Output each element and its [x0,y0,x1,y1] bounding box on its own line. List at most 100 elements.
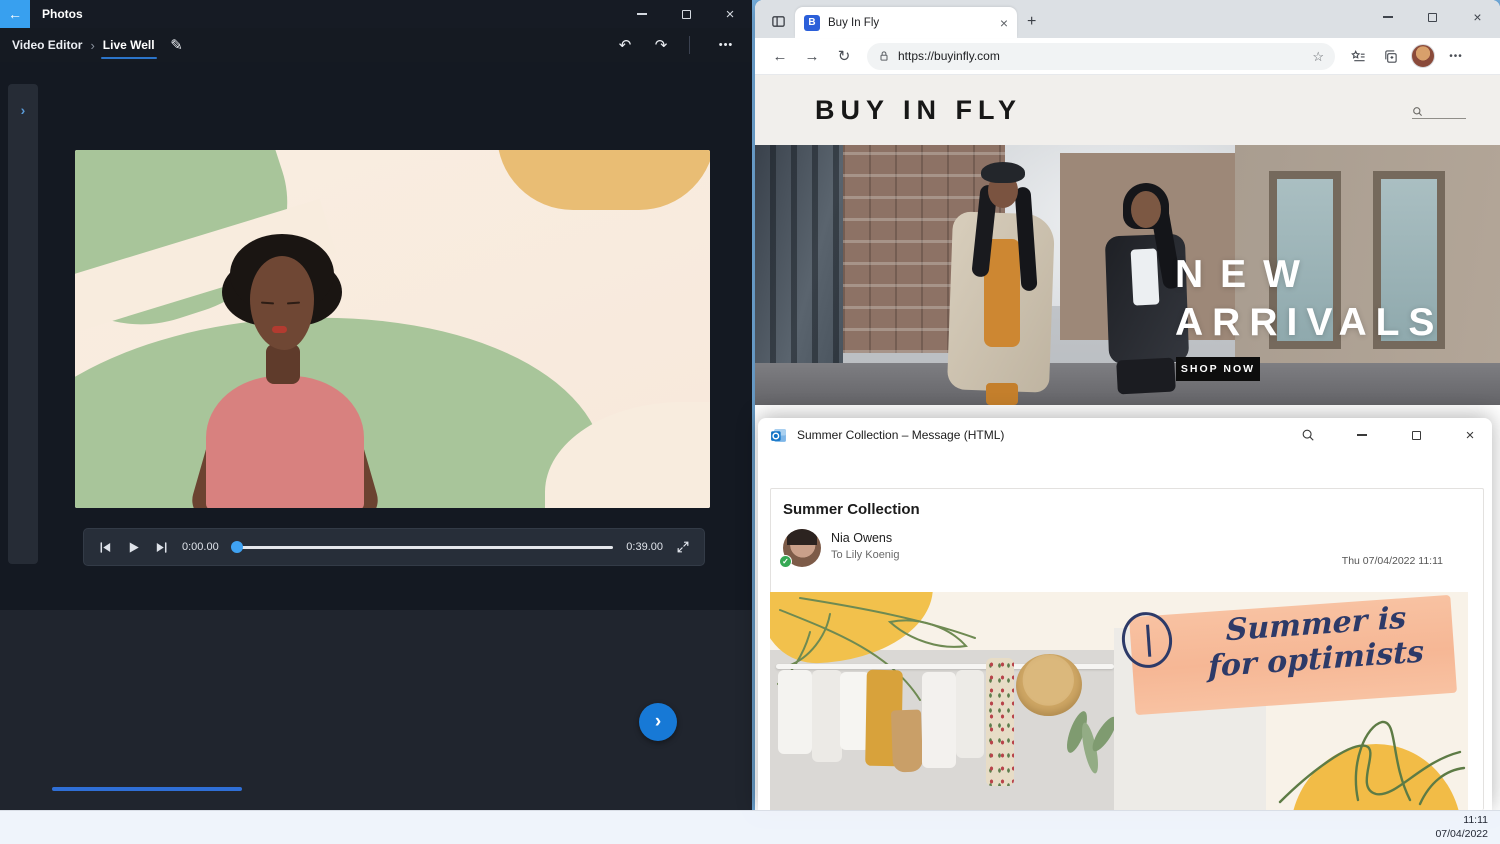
preview-tan-semicircle [497,150,710,210]
floral-textile [986,658,1014,786]
close-icon: × [1466,427,1475,444]
maximize-icon [682,10,691,19]
profile-avatar[interactable] [1411,44,1435,68]
maximize-button[interactable] [1410,0,1455,34]
add-favorite-icon[interactable]: ☆ [1312,50,1324,63]
search-button[interactable] [1286,418,1330,452]
outlook-window: Summer Collection – Message (HTML) × Sum… [758,418,1492,810]
side-panel-collapsed[interactable]: › [8,84,38,564]
hero-person-left-legs [986,383,1018,405]
tray-time: 11:11 [1435,814,1488,828]
maximize-icon [1412,431,1421,440]
minimize-button[interactable] [620,0,664,28]
hanging-garment [956,670,984,758]
current-time: 0:00.00 [182,541,219,553]
hero-person-left-cap [981,162,1025,183]
shop-search-box[interactable] [1412,102,1466,119]
close-button[interactable]: × [1455,0,1500,34]
breadcrumb-section[interactable]: Video Editor [12,38,82,52]
sent-timestamp: Thu 07/04/2022 11:11 [1342,555,1443,567]
close-button[interactable]: × [708,0,752,28]
hanging-garment [922,672,956,768]
hero-headline-line2: ARRIVALS [1175,301,1443,345]
seek-knob[interactable] [231,541,243,553]
back-arrow-icon: ← [8,6,22,22]
pencil-icon: ✎ [170,36,183,54]
undo-button[interactable]: ↶ [611,36,639,54]
storyboard [52,665,715,782]
outlook-logo-icon [770,427,787,444]
redo-icon: ↷ [655,36,668,54]
toolbar-divider [689,36,690,54]
minimize-button[interactable] [1365,0,1410,34]
play-button[interactable] [126,540,141,555]
email-body-image: Summer is for optimists [770,592,1468,810]
window-title: Summer Collection – Message (HTML) [797,428,1004,442]
search-icon [1412,106,1423,117]
maximize-button[interactable] [1394,418,1438,452]
edit-toolbar [104,616,738,652]
maximize-button[interactable] [664,0,708,28]
person-neck [266,344,300,384]
minimize-button[interactable] [1340,418,1384,452]
collections-button[interactable] [1375,41,1405,71]
close-button[interactable]: × [1448,418,1492,452]
rename-project-button[interactable]: ✎ [163,36,191,54]
tab-favicon: B [804,15,820,31]
hero-person-right-legs [1116,358,1176,395]
address-bar[interactable]: https://buyinfly.com ☆ [867,43,1335,70]
browser-toolbar: ← → ↻ https://buyinfly.com ☆ ••• [755,38,1500,75]
video-preview[interactable] [75,150,710,508]
tab-close-icon[interactable]: × [1000,15,1008,31]
photos-subheader: Video Editor › Live Well ✎ ↶ ↷ ••• [0,28,752,62]
tab-title: Buy In Fly [828,17,992,29]
hero-person-right-shirt [1131,248,1160,305]
breadcrumb-project[interactable]: Live Well [103,38,155,52]
seek-slider[interactable] [232,546,614,549]
presence-badge-icon: ✓ [779,555,792,568]
browser-tab[interactable]: B Buy In Fly × [795,7,1017,38]
shop-now-button[interactable]: SHOP NOW [1176,357,1260,381]
more-options-button[interactable]: ••• [712,39,740,51]
tab-actions-button[interactable] [763,6,793,36]
loop-doodle-icon [1270,712,1468,810]
redo-button[interactable]: ↷ [647,36,675,54]
url-text: https://buyinfly.com [898,49,1304,63]
settings-menu-button[interactable]: ••• [1441,41,1471,71]
forward-button[interactable]: → [797,41,827,71]
refresh-button[interactable]: ↻ [829,41,859,71]
sender-name[interactable]: Nia Owens [831,531,892,545]
recipient[interactable]: To Lily Koenig [831,549,900,561]
fullscreen-button[interactable] [676,540,690,554]
new-tab-button[interactable]: + [1027,13,1036,31]
hanging-bag [891,709,923,772]
minimize-icon [1383,16,1393,17]
shop-logo[interactable]: BUY IN FLY [815,95,1022,126]
breadcrumb-separator-icon: › [90,38,94,53]
outlook-titlebar: Summer Collection – Message (HTML) × [758,418,1492,452]
outlook-menubar [758,452,1492,479]
lock-icon [878,50,890,62]
clock[interactable]: 11:11 07/04/2022 [1435,814,1488,841]
back-button[interactable]: ← [0,0,30,28]
storyboard-next-button[interactable]: › [639,703,677,741]
previous-frame-button[interactable] [98,540,113,555]
playback-bar: 0:00.00 0:39.00 [83,528,705,566]
hero-image: NEW ARRIVALS SHOP NOW [755,145,1500,405]
undo-icon: ↶ [619,36,632,54]
hanging-garment [812,670,842,762]
next-frame-button[interactable] [154,540,169,555]
favorites-button[interactable] [1343,41,1373,71]
system-tray: 11:11 07/04/2022 [1429,811,1496,844]
close-icon: × [1473,9,1481,25]
expand-panel-icon: › [8,102,38,118]
tray-date: 07/04/2022 [1435,828,1488,842]
taskbar: 11:11 07/04/2022 [0,810,1500,844]
edit-panel: › [0,610,752,810]
more-icon: ••• [719,39,734,51]
hero-headline-line1: NEW [1175,253,1317,297]
minimize-icon [637,13,647,14]
person-torso [206,376,364,508]
back-button[interactable]: ← [765,41,795,71]
tab-strip: B Buy In Fly × + × [755,0,1500,38]
